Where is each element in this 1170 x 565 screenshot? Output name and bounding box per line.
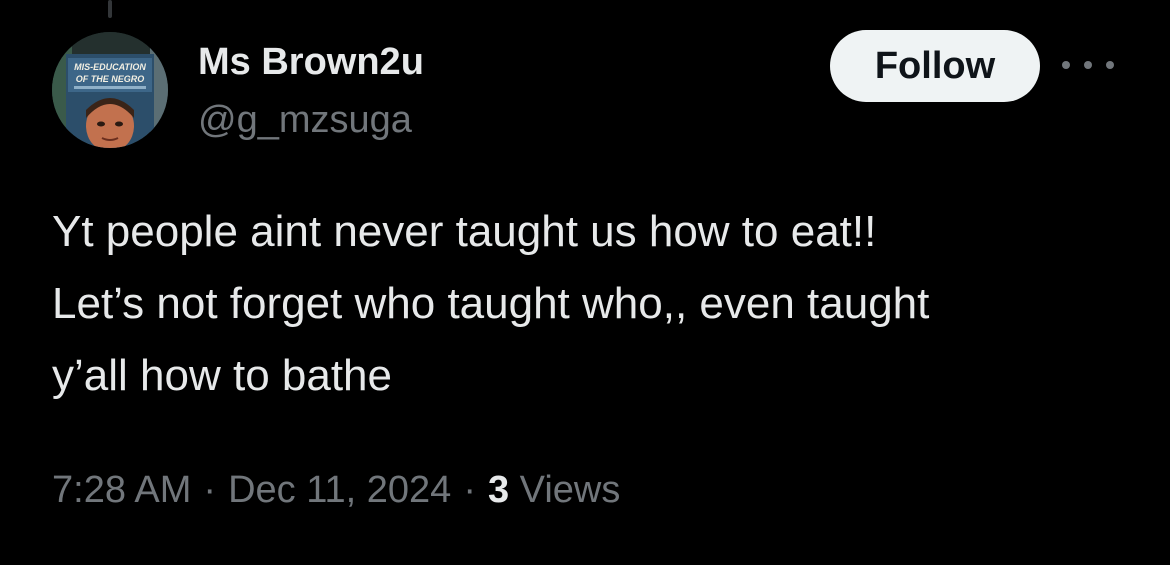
avatar-book-title-line1: MIS-EDUCATION [74,62,146,72]
tweet-text-line: Let’s not forget who taught who,, even t… [52,279,930,328]
views-label[interactable]: Views [520,469,621,511]
more-dot [1084,61,1092,69]
tweet-time[interactable]: 7:28 AM [52,469,191,511]
views-count[interactable]: 3 [488,469,509,511]
tweet-text-line: y’all how to bathe [52,351,392,400]
thread-connector-line [108,0,112,18]
tweet-header: MIS-EDUCATION OF THE NEGRO Ms Brown2u @g… [52,28,1122,152]
avatar-book-title-line2: OF THE NEGRO [76,74,145,84]
display-name[interactable]: Ms Brown2u [198,40,424,84]
avatar[interactable]: MIS-EDUCATION OF THE NEGRO [52,32,168,148]
user-handle[interactable]: @g_mzsuga [198,98,424,142]
tweet-text: Yt people aint never taught us how to ea… [52,196,1132,412]
meta-separator: · [203,469,217,511]
author-names: Ms Brown2u @g_mzsuga [198,40,424,142]
more-horizontal-icon[interactable] [1062,50,1114,80]
follow-button[interactable]: Follow [830,30,1040,102]
more-dot [1106,61,1114,69]
tweet-meta: 7:28 AM · Dec 11, 2024 · 3 Views [52,462,620,518]
tweet-date[interactable]: Dec 11, 2024 [228,469,451,511]
avatar-book-cover-image: MIS-EDUCATION OF THE NEGRO [52,32,168,148]
meta-separator: · [463,469,476,511]
more-dot [1062,61,1070,69]
tweet-text-line: Yt people aint never taught us how to ea… [52,207,877,256]
